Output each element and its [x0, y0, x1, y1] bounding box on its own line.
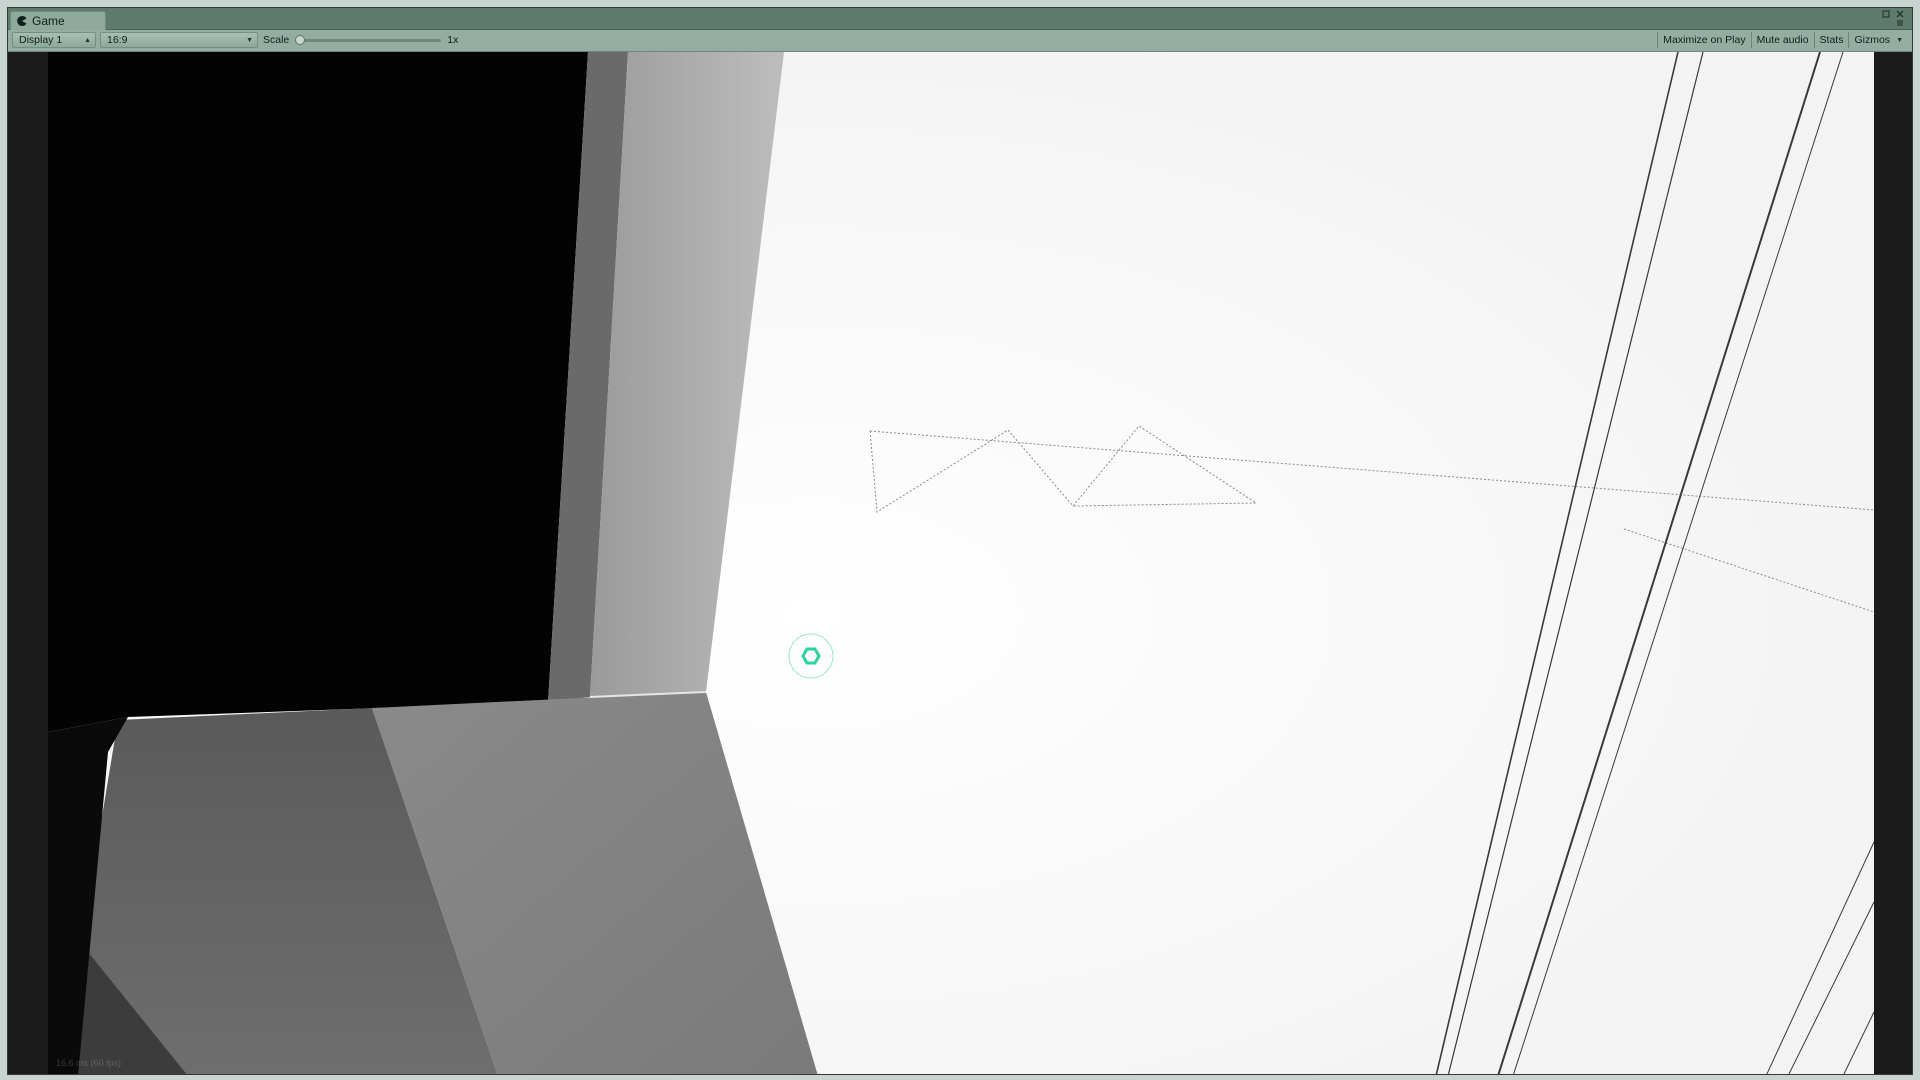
game-viewport[interactable]: 16.6 ms (60 fps): [8, 52, 1912, 1074]
tab-game[interactable]: Game: [10, 11, 106, 30]
game-toolbar: Display 1 ▲︎ 16:9 ▼ Scale 1x Maximize on…: [8, 30, 1912, 52]
scene-geometry: [48, 52, 1874, 1074]
stats-toggle[interactable]: Stats: [1813, 32, 1849, 48]
stats-label: Stats: [1819, 34, 1844, 46]
menu-icon[interactable]: [1896, 19, 1904, 27]
scale-control: Scale 1x: [263, 32, 458, 48]
display-label: Display 1: [19, 34, 63, 46]
stats-overlay: 16.6 ms (60 fps): [56, 1058, 122, 1068]
mute-audio-label: Mute audio: [1756, 34, 1809, 46]
game-window: Game Display 1 ▲︎ 16:9 ▼ Scale 1x Maximi…: [7, 7, 1913, 1075]
maximize-icon[interactable]: [1882, 10, 1890, 18]
pacman-icon: [17, 16, 27, 26]
toolbar-toggles: Maximize on Play Mute audio Stats Gizmos…: [1657, 32, 1908, 48]
window-controls: [1882, 10, 1904, 27]
updown-arrow-icon: ▲︎: [84, 36, 91, 44]
aspect-dropdown[interactable]: 16:9 ▼: [100, 32, 258, 48]
mute-audio-toggle[interactable]: Mute audio: [1750, 32, 1814, 48]
tab-title: Game: [32, 14, 65, 28]
close-icon[interactable]: [1896, 10, 1904, 18]
tab-strip: Game: [8, 8, 1912, 30]
scale-slider[interactable]: [295, 34, 442, 45]
display-dropdown[interactable]: Display 1 ▲︎: [12, 32, 96, 48]
scale-value: 1x: [447, 34, 459, 46]
chevron-down-icon: ▼: [1896, 36, 1903, 44]
scale-slider-thumb[interactable]: [295, 34, 306, 45]
gizmos-label: Gizmos: [1854, 34, 1891, 46]
game-render[interactable]: 16.6 ms (60 fps): [48, 52, 1874, 1074]
dark-block: [48, 52, 588, 732]
scale-label: Scale: [263, 34, 290, 46]
maximize-on-play-toggle[interactable]: Maximize on Play: [1657, 32, 1750, 48]
gizmos-dropdown[interactable]: Gizmos ▼: [1848, 32, 1908, 48]
maximize-on-play-label: Maximize on Play: [1663, 34, 1746, 46]
aspect-label: 16:9: [107, 34, 128, 46]
chevron-down-icon: ▼: [246, 36, 253, 44]
